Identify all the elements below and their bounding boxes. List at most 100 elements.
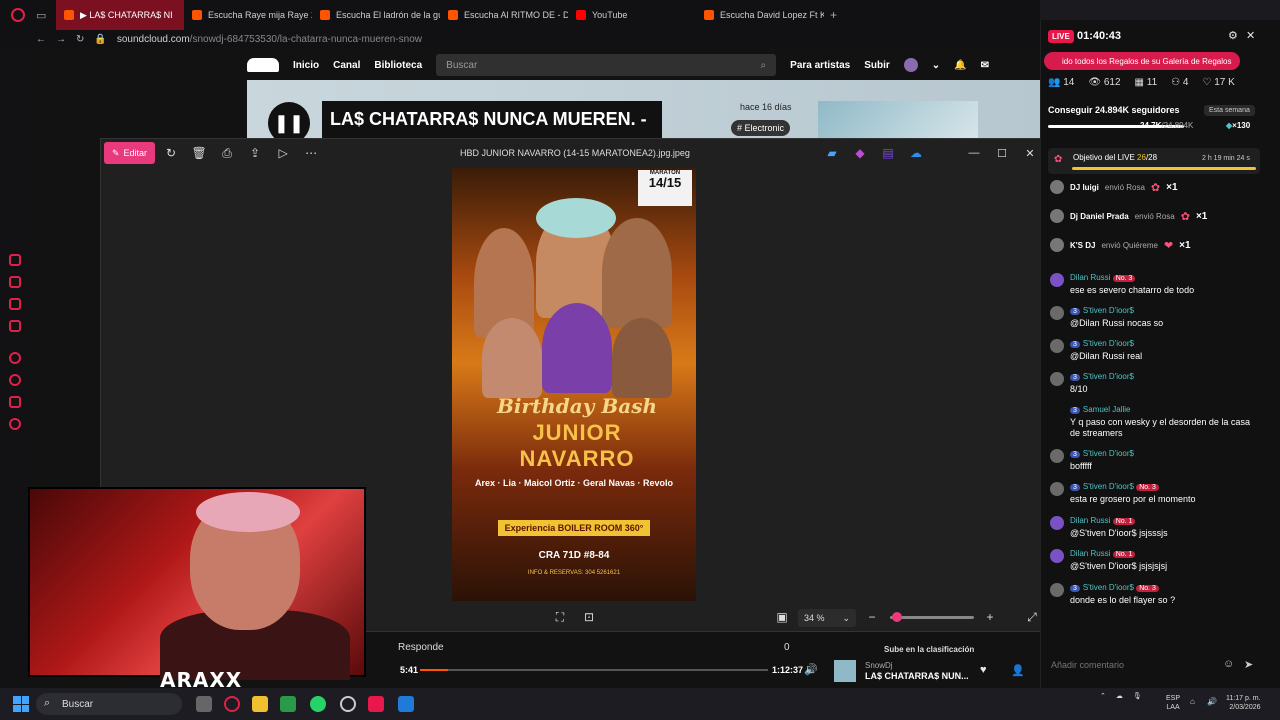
reload-icon[interactable]: ↻ <box>76 34 84 45</box>
sidebar-pin-icon[interactable] <box>9 396 21 408</box>
clipchamp-icon[interactable]: ▤ <box>876 142 900 164</box>
avatar[interactable] <box>903 58 918 72</box>
zoom-slider[interactable] <box>890 616 974 619</box>
close-button[interactable]: ✕ <box>1018 142 1042 164</box>
tab-2[interactable]: Escucha El ladrón de la gu <box>312 0 440 30</box>
paint-icon[interactable]: ◆ <box>848 142 872 164</box>
sidebar-bag-icon[interactable] <box>9 276 21 288</box>
sidebar-messenger-icon[interactable] <box>9 320 21 332</box>
opera-icon[interactable] <box>0 8 36 22</box>
whatsapp-icon[interactable] <box>310 696 326 712</box>
progress-bar[interactable] <box>420 669 768 671</box>
photos-icon[interactable] <box>398 696 414 712</box>
rotate-icon[interactable]: ↻ <box>159 142 183 164</box>
edit-app-icon[interactable]: ▰ <box>820 142 844 164</box>
track-title[interactable]: LA$ CHATARRA$ NUN... <box>865 671 969 681</box>
sidebar-settings-icon[interactable] <box>9 418 21 430</box>
follow-icon[interactable]: 👤 <box>1011 664 1025 677</box>
emoji-icon[interactable]: ☺ <box>1223 658 1234 670</box>
minimize-button[interactable]: — <box>962 142 986 164</box>
print-icon[interactable]: ⎙ <box>215 142 239 164</box>
back-icon[interactable]: ← <box>36 34 46 45</box>
windows-start-icon[interactable] <box>13 696 29 712</box>
rose-icon: ✿ <box>1150 181 1161 194</box>
tiktok-live-icon[interactable] <box>368 696 384 712</box>
chevron-down-icon[interactable]: ⌄ <box>932 60 940 71</box>
opera-taskbar-icon[interactable] <box>224 696 240 712</box>
tab-3[interactable]: Escucha Al RITMO DE - D <box>440 0 568 30</box>
subir-link[interactable]: Subir <box>864 60 890 71</box>
track-artwork[interactable] <box>834 660 856 682</box>
crop-icon[interactable]: ⛶ <box>548 606 572 628</box>
tab-1[interactable]: Escucha Raye mija Raye 2 <box>184 0 312 30</box>
gift-row: K'S DJ envió Quiéreme ❤ ×1 <box>1050 238 1191 252</box>
cloud-icon[interactable]: ☁ <box>1116 692 1123 700</box>
avatar <box>1050 482 1064 496</box>
like-icon[interactable]: ♥ <box>980 664 987 676</box>
more-icon[interactable]: ⋯ <box>299 142 323 164</box>
tab-menu-icon[interactable]: ▭ <box>36 9 56 22</box>
taskbar-clock[interactable]: 11:17 p. m. 2/03/2026 <box>1226 694 1261 712</box>
search-input[interactable]: Buscar ⌕ <box>436 54 777 76</box>
new-tab-button[interactable]: + <box>824 8 837 22</box>
track-user[interactable]: SnowDj <box>865 661 893 670</box>
fit-icon[interactable]: ▣ <box>770 606 794 628</box>
store-icon[interactable] <box>280 696 296 712</box>
taskbar-search[interactable]: Buscar <box>36 693 182 715</box>
network-icon[interactable]: ⌂ <box>1190 697 1195 706</box>
gifts-banner[interactable]: ido todos los Regalos de su Galería de R… <box>1044 52 1240 70</box>
volume-icon[interactable]: 🔊 <box>1207 697 1217 706</box>
volume-icon[interactable]: 🔊 <box>804 663 818 676</box>
stat-views: 👁 612 <box>1088 77 1121 88</box>
live-badge: LIVE <box>1048 30 1074 43</box>
delete-icon[interactable]: 🗑 <box>187 142 211 164</box>
lock-icon: 🔒 <box>94 33 107 45</box>
sidebar-music-icon[interactable] <box>9 352 21 364</box>
task-view-icon[interactable] <box>196 696 212 712</box>
close-icon[interactable]: ✕ <box>1246 29 1255 42</box>
forward-icon[interactable]: → <box>56 34 66 45</box>
hero-tag[interactable]: # Electronic <box>731 120 791 136</box>
rose-icon: ✿ <box>1180 210 1190 223</box>
nav-inicio[interactable]: Inicio <box>293 60 319 71</box>
edit-button[interactable]: ✎ Editar <box>104 142 156 164</box>
soundcloud-logo-icon[interactable] <box>247 58 279 72</box>
tab-5[interactable]: Escucha David Lopez Ft K <box>696 0 824 30</box>
stat-viewers: 👥 14 <box>1048 77 1075 88</box>
live-time: 01:40:43 <box>1077 30 1122 42</box>
time-current: 5:41 <box>400 665 419 675</box>
gear-icon[interactable]: ⚙ <box>1228 29 1238 42</box>
zoom-out-icon[interactable]: − <box>860 606 884 628</box>
mail-icon[interactable]: ✉ <box>981 60 989 71</box>
file-explorer-icon[interactable] <box>252 696 268 712</box>
share-icon[interactable]: ⇪ <box>243 142 267 164</box>
sidebar-history-icon[interactable] <box>9 374 21 386</box>
address-bar[interactable]: ← → ↻ 🔒 soundcloud.com/snowdj-684753530/… <box>0 30 1040 48</box>
sidebar-clock-icon[interactable] <box>9 254 21 266</box>
maximize-button[interactable]: ☐ <box>990 142 1014 164</box>
goal-period[interactable]: Esta semana <box>1204 105 1255 116</box>
send-icon[interactable]: ➤ <box>1244 658 1253 671</box>
onedrive-icon[interactable]: ☁ <box>904 142 928 164</box>
nav-biblioteca[interactable]: Biblioteca <box>374 60 422 71</box>
steam-icon[interactable] <box>340 696 356 712</box>
slideshow-icon[interactable]: ▷ <box>271 142 295 164</box>
tab-4[interactable]: YouTube <box>568 0 696 30</box>
bell-icon[interactable]: 🔔 <box>954 60 966 71</box>
zoom-in-icon[interactable]: + <box>978 606 1002 628</box>
language-indicator[interactable]: ESP LAA <box>1166 694 1180 712</box>
zoom-select[interactable]: 34 % ⌄ <box>798 609 856 627</box>
chevron-up-icon[interactable]: ⌃ <box>1100 692 1106 700</box>
soundcloud-icon <box>320 10 330 20</box>
nav-canal[interactable]: Canal <box>333 60 360 71</box>
para-artistas-link[interactable]: Para artistas <box>790 60 850 71</box>
comment-input[interactable] <box>1046 656 1272 674</box>
edit-icon: ✎ <box>112 147 120 158</box>
browser-tab-bar: ▭ ▶ LA$ CHATARRA$ NI Escucha Raye mija R… <box>0 0 1040 30</box>
poster-hair <box>536 198 616 238</box>
visual-search-icon[interactable]: ⊡ <box>577 606 601 628</box>
sidebar-chat-icon[interactable] <box>9 298 21 310</box>
goal-coins: ◆×130 <box>1226 121 1251 130</box>
mic-icon[interactable]: 🎙 <box>1133 692 1142 700</box>
tab-0[interactable]: ▶ LA$ CHATARRA$ NI <box>56 0 184 30</box>
